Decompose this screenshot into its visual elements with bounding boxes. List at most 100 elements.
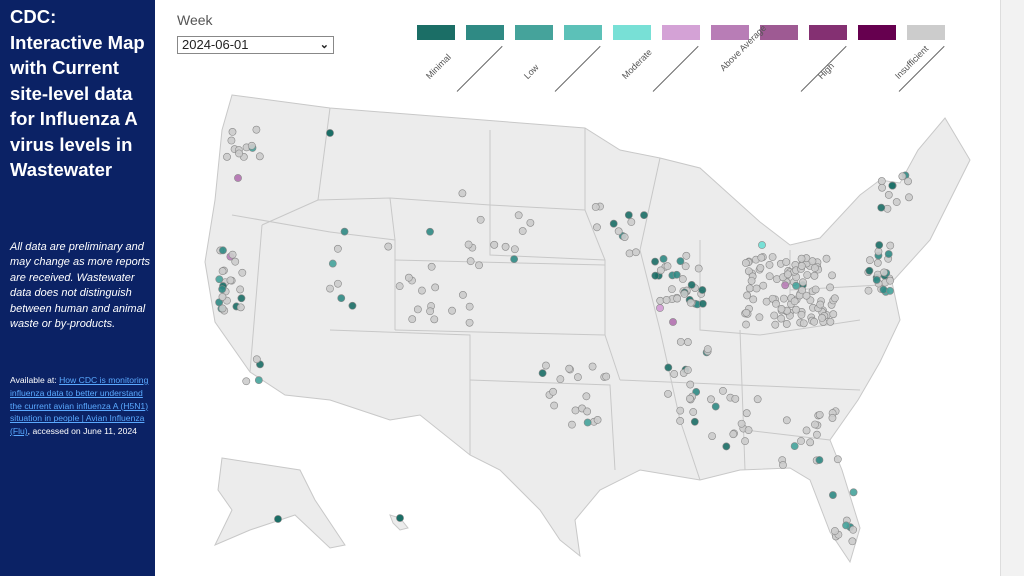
site-marker[interactable] [571,406,580,415]
site-marker[interactable] [892,198,901,206]
site-marker[interactable] [218,285,227,294]
site-marker[interactable] [334,279,342,288]
site-marker[interactable] [792,281,800,290]
site-marker[interactable] [813,430,821,439]
site-marker[interactable] [802,426,811,435]
site-marker[interactable] [849,488,858,497]
site-marker[interactable] [510,255,519,264]
site-marker[interactable] [518,227,527,235]
site-marker[interactable] [384,242,393,251]
site-marker[interactable] [673,294,682,303]
site-marker[interactable] [510,245,519,254]
site-marker[interactable] [549,387,558,396]
site-marker[interactable] [811,420,819,429]
site-marker[interactable] [565,364,574,373]
site-marker[interactable] [418,286,426,295]
site-marker[interactable] [219,246,227,255]
site-marker[interactable] [542,361,550,370]
site-marker[interactable] [550,401,559,410]
site-marker[interactable] [226,276,235,285]
site-marker[interactable] [798,286,807,295]
site-marker[interactable] [747,276,756,285]
site-marker[interactable] [810,317,819,326]
site-marker[interactable] [888,181,897,190]
site-marker[interactable] [810,271,819,280]
site-marker[interactable] [806,438,815,447]
site-marker[interactable] [556,375,565,384]
site-marker[interactable] [328,259,337,268]
site-marker[interactable] [274,515,282,523]
site-marker[interactable] [686,380,695,389]
site-marker[interactable] [833,455,842,464]
site-marker[interactable] [254,376,263,385]
site-marker[interactable] [228,128,237,136]
site-marker[interactable] [662,296,671,304]
site-marker[interactable] [797,437,805,445]
site-marker[interactable] [756,264,765,272]
site-marker[interactable] [818,313,826,322]
site-marker[interactable] [865,266,874,275]
site-marker[interactable] [719,386,727,395]
site-marker[interactable] [593,223,601,232]
site-marker[interactable] [235,149,243,158]
site-marker[interactable] [427,262,436,271]
site-marker[interactable] [694,264,703,273]
site-marker[interactable] [458,189,467,198]
site-marker[interactable] [526,218,535,227]
site-marker[interactable] [490,240,499,249]
site-marker[interactable] [686,298,695,307]
site-marker[interactable] [703,345,712,354]
site-marker[interactable] [664,389,672,398]
site-marker[interactable] [465,318,474,327]
site-marker[interactable] [651,257,659,266]
site-marker[interactable] [783,270,792,279]
site-marker[interactable] [731,394,740,403]
site-marker[interactable] [831,527,839,535]
site-marker[interactable] [829,310,838,319]
site-marker[interactable] [620,233,629,241]
site-marker[interactable] [779,294,788,303]
site-marker[interactable] [602,372,611,381]
site-marker[interactable] [792,305,800,314]
site-marker[interactable] [781,281,790,290]
site-marker[interactable] [326,129,334,137]
site-marker[interactable] [816,300,825,309]
site-marker[interactable] [873,259,882,267]
site-marker[interactable] [667,285,676,294]
site-marker[interactable] [669,318,677,326]
site-marker[interactable] [625,249,634,258]
site-marker[interactable] [408,315,417,324]
site-marker[interactable] [228,250,237,259]
site-marker[interactable] [742,320,750,329]
site-marker[interactable] [681,262,690,271]
site-marker[interactable] [803,271,812,279]
site-marker[interactable] [765,272,774,281]
us-map[interactable] [155,0,1000,576]
site-marker[interactable] [815,456,824,464]
site-marker[interactable] [878,183,886,192]
site-marker[interactable] [476,215,485,224]
site-marker[interactable] [808,257,817,266]
site-marker[interactable] [465,302,474,311]
site-marker[interactable] [877,203,886,212]
site-marker[interactable] [568,420,576,429]
site-marker[interactable] [223,152,231,161]
site-marker[interactable] [758,241,766,249]
site-marker[interactable] [829,491,837,499]
site-marker[interactable] [255,152,264,161]
site-marker[interactable] [413,305,422,314]
site-marker[interactable] [236,285,245,294]
site-marker[interactable] [770,311,779,320]
site-marker[interactable] [708,432,717,441]
site-marker[interactable] [849,525,858,534]
site-marker[interactable] [252,125,261,134]
site-marker[interactable] [337,294,346,303]
site-marker[interactable] [682,251,691,260]
site-marker[interactable] [790,442,799,451]
site-marker[interactable] [826,317,835,326]
site-marker[interactable] [898,172,907,181]
site-marker[interactable] [749,295,758,304]
site-marker[interactable] [811,285,820,294]
site-marker[interactable] [247,141,256,150]
site-marker[interactable] [404,273,413,282]
